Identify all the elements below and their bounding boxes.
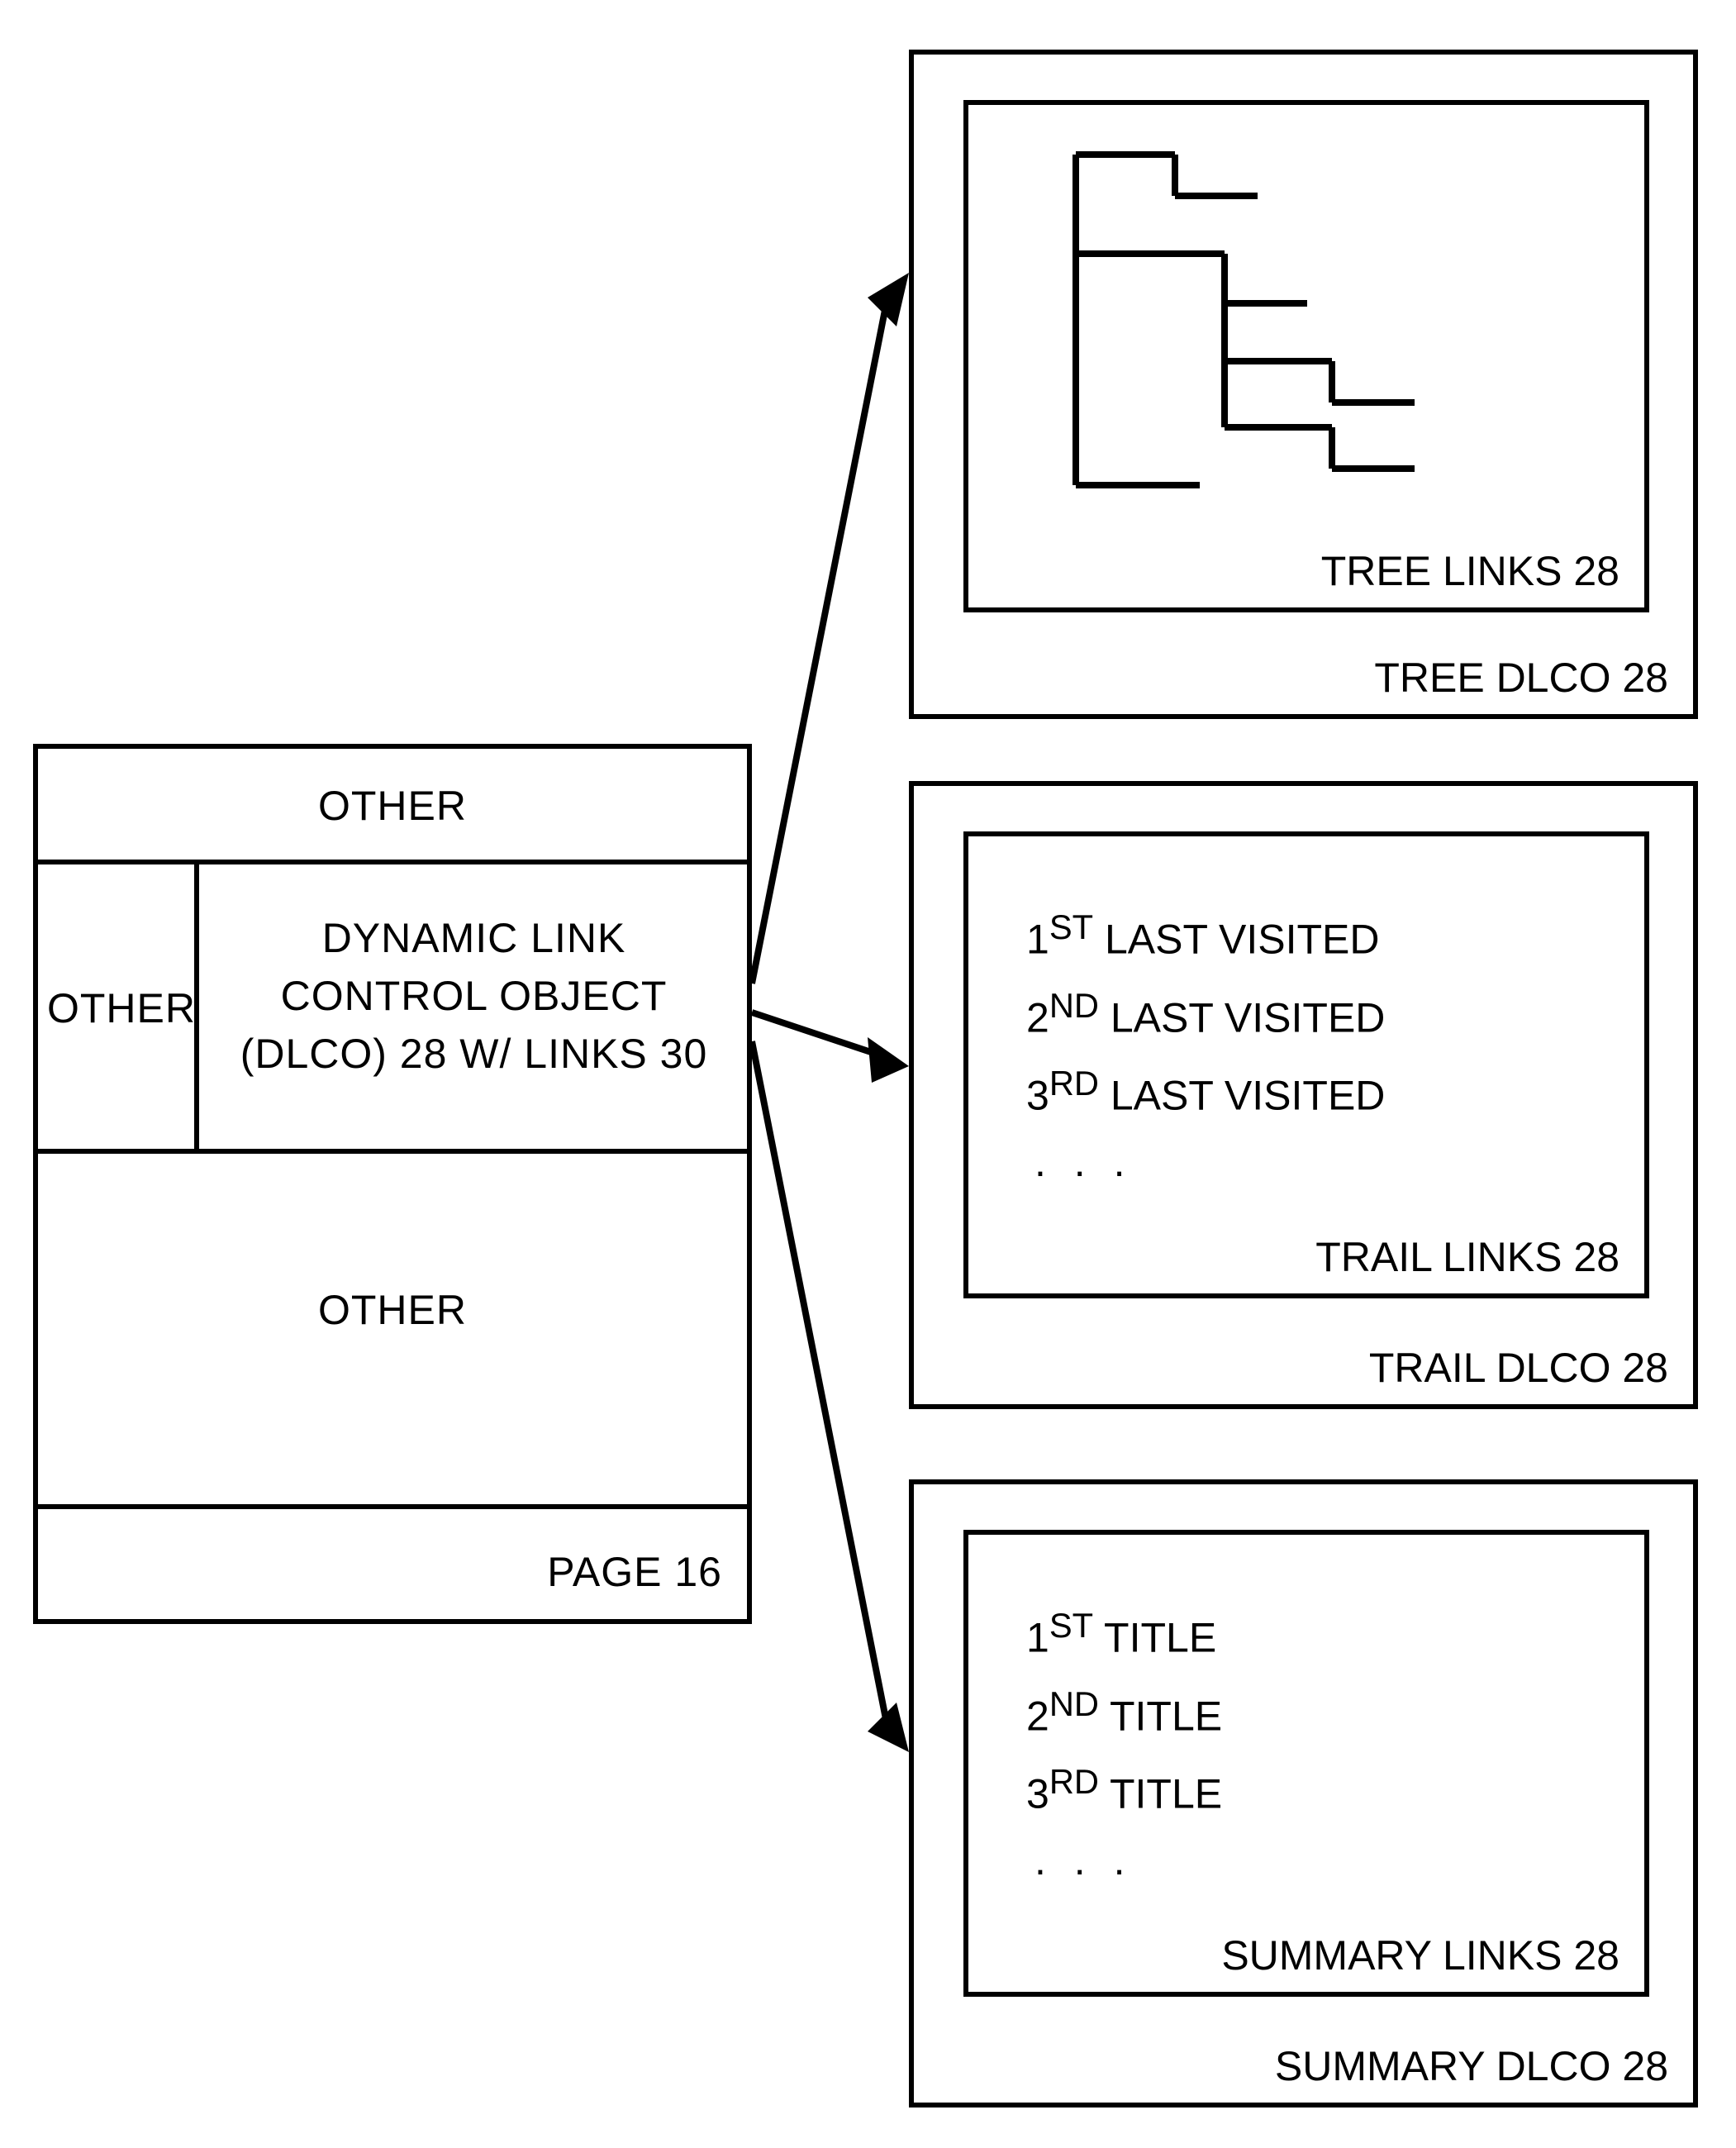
page-row-other-top: OTHER bbox=[38, 749, 747, 864]
summary-line-1: 1ST TITLE bbox=[1026, 1593, 1222, 1671]
page-row-other-bottom: OTHER bbox=[38, 1154, 747, 1509]
summary-dlco-box: 1ST TITLE 2ND TITLE 3RD TITLE . . . SUMM… bbox=[909, 1479, 1698, 2108]
tree-glyph-icon bbox=[1026, 138, 1489, 526]
trail-line-2: 2ND LAST VISITED bbox=[1026, 973, 1385, 1051]
trail-list: 1ST LAST VISITED 2ND LAST VISITED 3RD LA… bbox=[1026, 894, 1385, 1195]
trail-dots: . . . bbox=[1034, 1129, 1385, 1195]
dlco-label-1: DYNAMIC LINK bbox=[199, 914, 749, 962]
trail-dlco-caption: TRAIL DLCO 28 bbox=[1369, 1344, 1668, 1392]
summary-dots: . . . bbox=[1034, 1827, 1222, 1893]
dlco-label-3: (DLCO) 28 W/ LINKS 30 bbox=[199, 1030, 749, 1078]
page-row-caption: PAGE 16 bbox=[38, 1509, 747, 1617]
trail-line-3: 3RD LAST VISITED bbox=[1026, 1050, 1385, 1129]
summary-list: 1ST TITLE 2ND TITLE 3RD TITLE . . . bbox=[1026, 1593, 1222, 1893]
trail-links-caption: TRAIL LINKS 28 bbox=[1315, 1233, 1619, 1281]
trail-dlco-box: 1ST LAST VISITED 2ND LAST VISITED 3RD LA… bbox=[909, 781, 1698, 1409]
summary-line-3: 3RD TITLE bbox=[1026, 1749, 1222, 1827]
summary-links-box: 1ST TITLE 2ND TITLE 3RD TITLE . . . SUMM… bbox=[963, 1530, 1649, 1997]
summary-dlco-caption: SUMMARY DLCO 28 bbox=[1275, 2042, 1668, 2090]
page-other-left-cell: OTHER bbox=[38, 864, 199, 1149]
other-top-label: OTHER bbox=[38, 782, 747, 830]
tree-links-box: TREE LINKS 28 bbox=[963, 100, 1649, 612]
tree-dlco-caption: TREE DLCO 28 bbox=[1374, 654, 1668, 702]
other-left-label: OTHER bbox=[47, 984, 196, 1032]
page-row-dlco: OTHER DYNAMIC LINK CONTROL OBJECT (DLCO)… bbox=[38, 864, 747, 1154]
summary-links-caption: SUMMARY LINKS 28 bbox=[1221, 1931, 1619, 1979]
page-caption: PAGE 16 bbox=[547, 1548, 722, 1596]
dlco-label-2: CONTROL OBJECT bbox=[199, 972, 749, 1020]
summary-line-2: 2ND TITLE bbox=[1026, 1671, 1222, 1750]
other-bottom-label: OTHER bbox=[38, 1286, 747, 1334]
trail-links-box: 1ST LAST VISITED 2ND LAST VISITED 3RD LA… bbox=[963, 831, 1649, 1298]
trail-line-1: 1ST LAST VISITED bbox=[1026, 894, 1385, 973]
page-box: OTHER OTHER DYNAMIC LINK CONTROL OBJECT … bbox=[33, 744, 752, 1624]
tree-dlco-box: TREE LINKS 28 TREE DLCO 28 bbox=[909, 50, 1698, 719]
tree-links-caption: TREE LINKS 28 bbox=[1321, 547, 1619, 595]
